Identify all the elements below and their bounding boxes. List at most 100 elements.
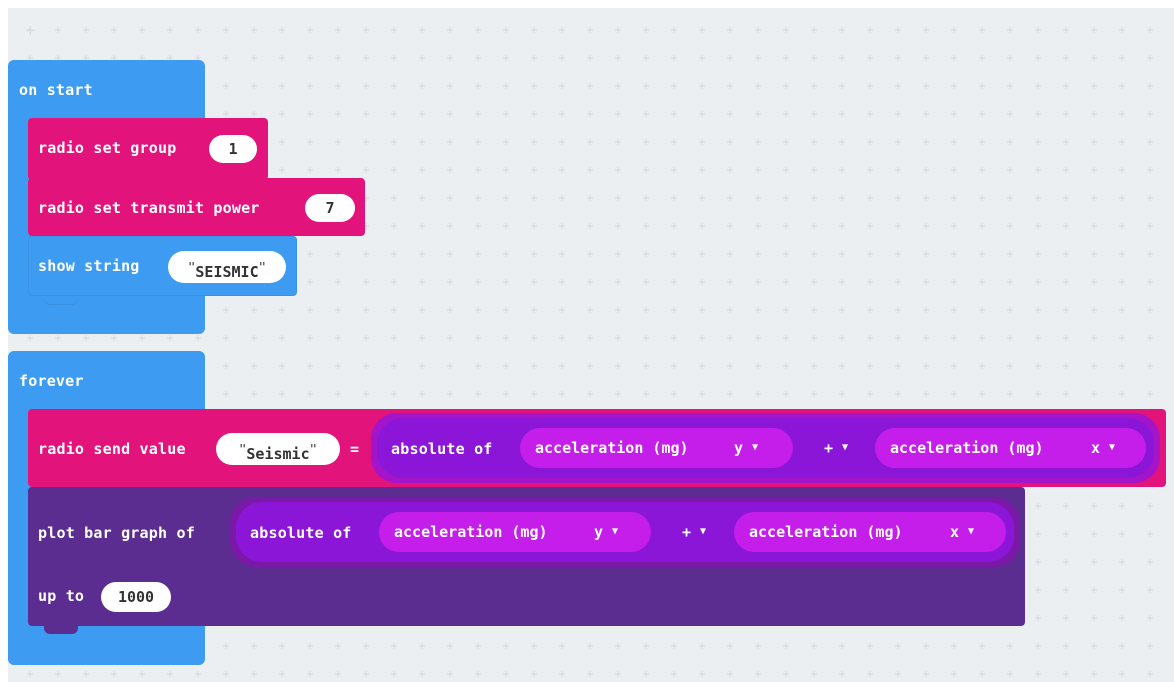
grid-cross [195,671,201,677]
grid-cross [979,195,985,201]
grid-cross [811,27,817,33]
plot-left-axis-value[interactable]: y [594,522,603,542]
grid-cross [167,671,173,677]
grid-cross [811,279,817,285]
grid-cross [699,55,705,61]
grid-cross [867,643,873,649]
send-operator[interactable]: + ▼ [816,432,864,464]
grid-cross [363,83,369,89]
transmit-power-value-input[interactable]: 7 [305,194,355,222]
grid-cross [1007,335,1013,341]
grid-cross [727,671,733,677]
plot-right-operand[interactable]: acceleration (mg) x ▼ [734,512,1006,552]
grid-cross [363,167,369,173]
radio-group-value-input[interactable]: 1 [209,135,257,163]
grid-cross [755,307,761,313]
grid-cross [531,671,537,677]
grid-cross [391,83,397,89]
send-right-axis-value[interactable]: x [1091,438,1100,458]
grid-cross [923,391,929,397]
close-quote: " [309,442,317,456]
grid-cross [1035,615,1041,621]
grid-cross [979,139,985,145]
grid-cross [1147,55,1153,61]
grid-cross [951,671,957,677]
grid-cross [615,83,621,89]
grid-cross [979,223,985,229]
workspace-canvas[interactable]: on start radio set group 1 radio set tra… [8,8,1174,682]
grid-cross [587,111,593,117]
grid-cross [139,335,145,341]
grid-cross [1147,391,1153,397]
grid-cross [419,671,425,677]
grid-cross [223,671,229,677]
grid-cross [1147,587,1153,593]
send-absolute-of-label: absolute of [391,440,493,458]
grid-cross [419,55,425,61]
grid-cross [251,391,257,397]
grid-cross [1147,335,1153,341]
grid-cross [391,111,397,117]
grid-cross [699,391,705,397]
grid-cross [223,83,229,89]
dropdown-arrow-icon[interactable]: ▼ [1109,438,1115,458]
dropdown-arrow-icon[interactable]: ▼ [968,522,974,542]
grid-cross [867,363,873,369]
grid-cross [1091,559,1097,565]
grid-cross [615,643,621,649]
grid-cross [923,27,929,33]
plot-left-operand[interactable]: acceleration (mg) y ▼ [379,512,651,552]
grid-cross [419,83,425,89]
dropdown-arrow-icon[interactable]: ▼ [842,438,848,458]
grid-cross [727,363,733,369]
grid-cross [671,223,677,229]
grid-cross [447,111,453,117]
grid-cross [307,307,313,313]
grid-cross [587,139,593,145]
grid-cross [1007,27,1013,33]
grid-cross [1091,139,1097,145]
grid-cross [951,643,957,649]
grid-cross [587,363,593,369]
grid-cross [615,307,621,313]
grid-cross [755,27,761,33]
grid-cross [951,83,957,89]
grid-cross [615,223,621,229]
up-to-value-input[interactable]: 1000 [101,582,171,612]
grid-cross [839,671,845,677]
grid-cross [1063,503,1069,509]
dropdown-arrow-icon[interactable]: ▼ [612,522,618,542]
send-value-name-input[interactable]: "Seismic" [216,433,340,465]
plot-right-axis-value[interactable]: x [950,522,959,542]
grid-cross [1119,139,1125,145]
grid-cross [1091,251,1097,257]
grid-cross [1119,391,1125,397]
grid-cross [503,111,509,117]
show-string-value-input[interactable]: "SEISMIC" [168,251,286,283]
grid-cross [643,195,649,201]
grid-cross [559,83,565,89]
grid-cross [951,251,957,257]
grid-cross [615,335,621,341]
dropdown-arrow-icon[interactable]: ▼ [700,522,706,542]
send-left-operand[interactable]: acceleration (mg) y ▼ [520,428,793,468]
grid-cross [839,55,845,61]
grid-cross [643,83,649,89]
grid-cross [335,111,341,117]
grid-cross [699,223,705,229]
grid-cross [1091,111,1097,117]
grid-cross [307,167,313,173]
dropdown-arrow-icon[interactable]: ▼ [752,438,758,458]
grid-cross [1147,279,1153,285]
send-left-axis-value[interactable]: y [734,438,743,458]
plot-operator[interactable]: + ▼ [674,516,722,548]
send-right-operand[interactable]: acceleration (mg) x ▼ [875,428,1146,468]
grid-cross [671,307,677,313]
grid-cross [139,671,145,677]
grid-cross [447,307,453,313]
grid-cross [447,83,453,89]
grid-cross [447,643,453,649]
grid-cross [1007,167,1013,173]
grid-cross [363,643,369,649]
grid-cross [727,55,733,61]
